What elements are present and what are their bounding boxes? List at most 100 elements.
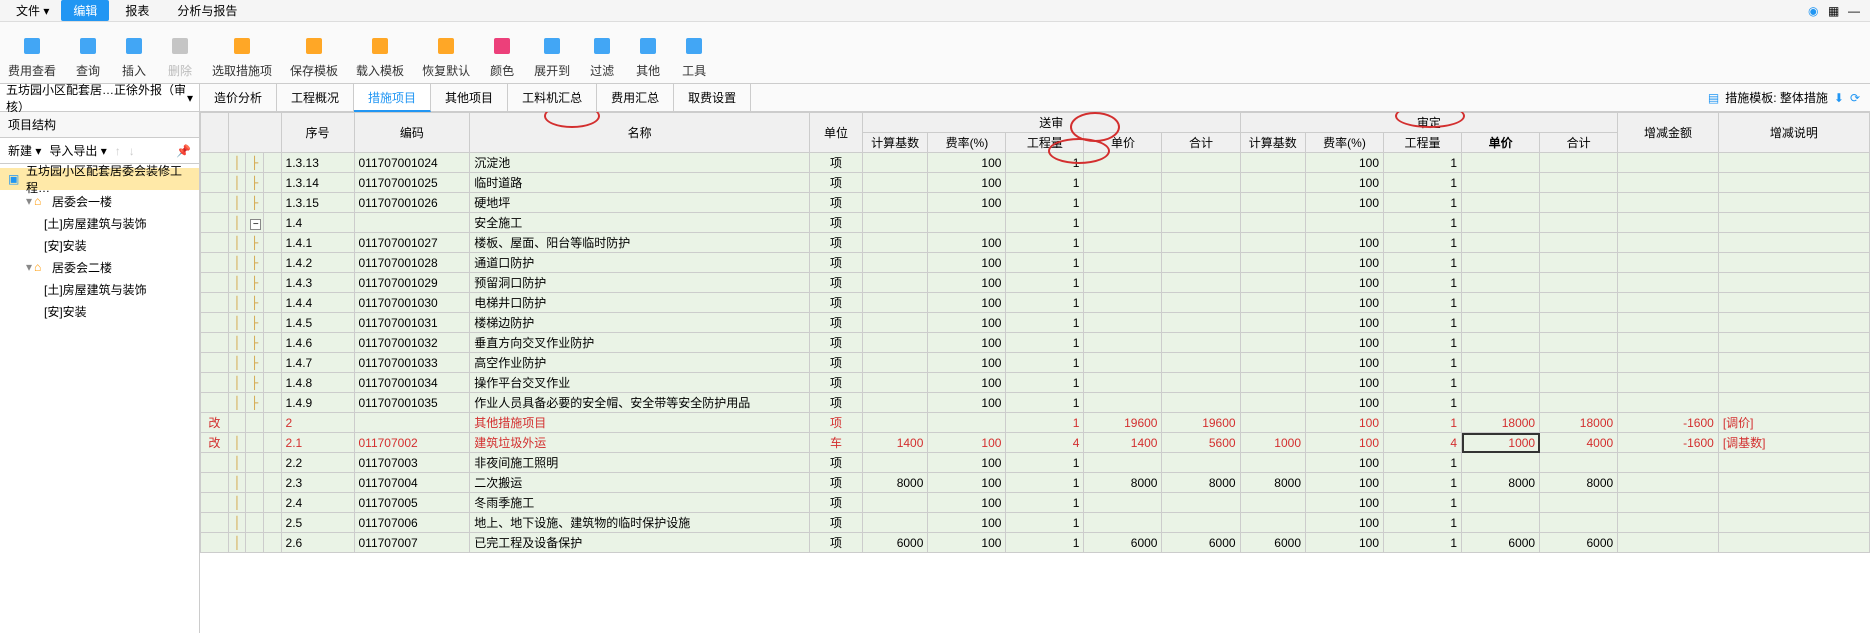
col-s-dj[interactable]: 单价 — [1084, 133, 1162, 153]
cell[interactable]: 2.6 — [281, 533, 354, 553]
cell[interactable] — [1462, 193, 1540, 213]
cell[interactable]: 011707001025 — [354, 173, 470, 193]
cell[interactable] — [201, 373, 229, 393]
cell[interactable] — [1084, 453, 1162, 473]
cell[interactable] — [1084, 333, 1162, 353]
tree-node[interactable]: ▾⌂居委会二楼 — [0, 256, 199, 278]
col-s-fl[interactable]: 费率(%) — [928, 133, 1006, 153]
cell[interactable]: 其他措施项目 — [470, 413, 810, 433]
cell[interactable]: 1 — [1006, 313, 1084, 333]
cell[interactable]: 1.3.15 — [281, 193, 354, 213]
cell[interactable] — [1618, 393, 1719, 413]
cell[interactable]: 6000 — [1162, 533, 1240, 553]
cell[interactable]: 1 — [1384, 373, 1462, 393]
cell[interactable]: 作业人员具备必要的安全帽、安全带等安全防护用品 — [470, 393, 810, 413]
cell[interactable] — [1540, 373, 1618, 393]
col-a-jsjs[interactable]: 计算基数 — [1240, 133, 1305, 153]
cell[interactable] — [1718, 393, 1869, 413]
expand-icon[interactable]: − — [250, 219, 261, 230]
cell[interactable] — [1240, 513, 1305, 533]
cell[interactable] — [1084, 313, 1162, 333]
cell[interactable]: 100 — [1306, 353, 1384, 373]
cell[interactable]: 4000 — [1540, 433, 1618, 453]
cell[interactable]: 地上、地下设施、建筑物的临时保护设施 — [470, 513, 810, 533]
ribbon-fee-view[interactable]: 费用查看 — [8, 32, 56, 79]
cell[interactable]: 1000 — [1240, 433, 1305, 453]
cell[interactable]: 8000 — [1084, 473, 1162, 493]
cell[interactable]: 100 — [928, 393, 1006, 413]
cell[interactable]: 011707001024 — [354, 153, 470, 173]
cell[interactable] — [201, 273, 229, 293]
tab-5[interactable]: 费用汇总 — [597, 84, 674, 112]
cell[interactable] — [1540, 353, 1618, 373]
cell[interactable]: 011707001028 — [354, 253, 470, 273]
cell[interactable]: 1 — [1006, 373, 1084, 393]
cell[interactable] — [1240, 413, 1305, 433]
ribbon-color[interactable]: 颜色 — [488, 32, 516, 79]
cell[interactable]: 011707001034 — [354, 373, 470, 393]
cell[interactable]: 1 — [1006, 273, 1084, 293]
tab-2[interactable]: 措施项目 — [354, 84, 431, 112]
cell[interactable]: 1 — [1384, 533, 1462, 553]
cell[interactable] — [862, 233, 927, 253]
cell[interactable] — [1718, 313, 1869, 333]
cell[interactable] — [1540, 333, 1618, 353]
cell[interactable]: 项 — [810, 373, 863, 393]
cell[interactable] — [1540, 253, 1618, 273]
cell[interactable]: 1 — [1384, 213, 1462, 233]
table-row[interactable]: │2.3011707004二次搬运项8000100180008000800010… — [201, 473, 1870, 493]
cell[interactable] — [201, 473, 229, 493]
cell[interactable]: 100 — [1306, 493, 1384, 513]
cell[interactable]: 2 — [281, 413, 354, 433]
tab-0[interactable]: 造价分析 — [200, 84, 277, 112]
cell[interactable]: 011707001031 — [354, 313, 470, 333]
new-button[interactable]: 新建 ▾ — [8, 142, 41, 159]
pin-icon[interactable]: 📌 — [176, 144, 191, 158]
cell[interactable]: 4 — [1384, 433, 1462, 453]
cell[interactable]: 19600 — [1084, 413, 1162, 433]
cell[interactable] — [1084, 513, 1162, 533]
refresh-icon[interactable]: ⟳ — [1850, 91, 1860, 105]
col-s-jsjs[interactable]: 计算基数 — [862, 133, 927, 153]
cell[interactable] — [1718, 373, 1869, 393]
cell[interactable] — [201, 193, 229, 213]
cell[interactable]: 011707003 — [354, 453, 470, 473]
cell[interactable] — [201, 253, 229, 273]
cell[interactable]: 1 — [1006, 153, 1084, 173]
cell[interactable]: 6000 — [862, 533, 927, 553]
cell[interactable]: 100 — [1306, 473, 1384, 493]
cell[interactable] — [1306, 213, 1384, 233]
cell[interactable]: 项 — [810, 153, 863, 173]
edit-menu[interactable]: 编辑 — [61, 0, 109, 21]
cell[interactable]: 已完工程及设备保护 — [470, 533, 810, 553]
cell[interactable] — [1084, 393, 1162, 413]
cell[interactable] — [1718, 453, 1869, 473]
cell[interactable]: 电梯井口防护 — [470, 293, 810, 313]
cell[interactable]: 011707001027 — [354, 233, 470, 253]
cell[interactable]: 垂直方向交叉作业防护 — [470, 333, 810, 353]
ribbon-expand[interactable]: 展开到 — [534, 32, 570, 79]
file-menu[interactable]: 文件 ▾ — [8, 2, 57, 19]
cell[interactable] — [1618, 513, 1719, 533]
cell[interactable]: 100 — [928, 153, 1006, 173]
cell[interactable]: 1 — [1006, 353, 1084, 373]
cell[interactable]: 车 — [810, 433, 863, 453]
cell[interactable]: 1 — [1384, 273, 1462, 293]
cell[interactable]: 改 — [201, 433, 229, 453]
cell[interactable] — [1462, 273, 1540, 293]
cell[interactable] — [1084, 153, 1162, 173]
cell[interactable] — [1540, 453, 1618, 473]
cell[interactable] — [1240, 153, 1305, 173]
cell[interactable]: 011707007 — [354, 533, 470, 553]
cell[interactable] — [862, 333, 927, 353]
table-row[interactable]: │├1.4.4011707001030电梯井口防护项10011001 — [201, 293, 1870, 313]
cell[interactable] — [1462, 453, 1540, 473]
cell[interactable] — [1618, 173, 1719, 193]
cell[interactable]: 项 — [810, 173, 863, 193]
cell[interactable]: 100 — [1306, 233, 1384, 253]
cell[interactable] — [1240, 393, 1305, 413]
cell[interactable]: 硬地坪 — [470, 193, 810, 213]
tree-node[interactable]: ▣五坊园小区配套居委会装修工程… — [0, 168, 199, 190]
cell[interactable]: 1.3.14 — [281, 173, 354, 193]
cell[interactable]: 18000 — [1462, 413, 1540, 433]
